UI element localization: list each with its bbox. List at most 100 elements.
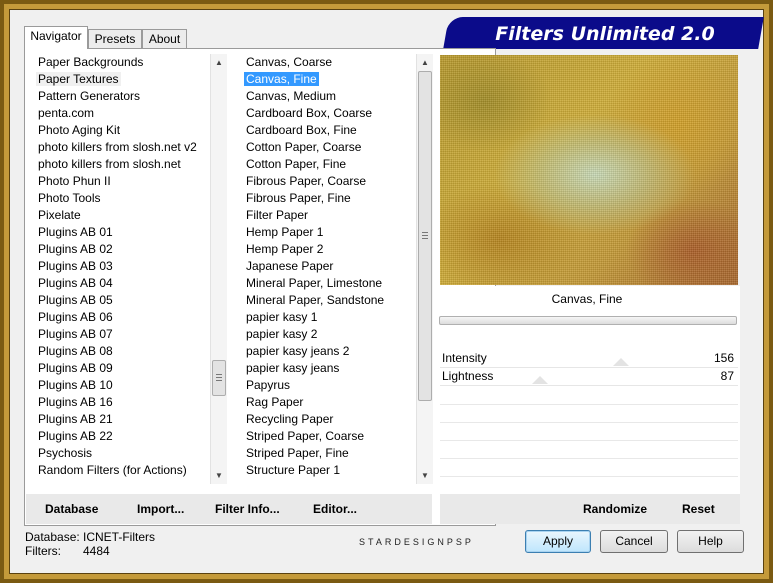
preview-caption: Canvas, Fine: [551, 292, 623, 306]
list-item[interactable]: Cardboard Box, Coarse: [242, 105, 416, 122]
list-item[interactable]: Striped Paper, Coarse: [242, 428, 416, 445]
filter-scrollbar[interactable]: ▲ ▼: [416, 54, 433, 484]
list-item[interactable]: Hemp Paper 2: [242, 241, 416, 258]
intensity-label: Intensity: [442, 351, 487, 365]
list-item[interactable]: Cotton Paper, Fine: [242, 156, 416, 173]
list-item[interactable]: penta.com: [34, 105, 210, 122]
list-item[interactable]: photo killers from slosh.net v2: [34, 139, 210, 156]
list-item[interactable]: Plugins AB 22: [34, 428, 210, 445]
list-item[interactable]: Fibrous Paper, Coarse: [242, 173, 416, 190]
list-item-label: Japanese Paper: [246, 259, 334, 273]
import-button[interactable]: Import...: [137, 494, 184, 524]
category-list[interactable]: Paper Backgrounds Paper Textures Pattern G…: [34, 54, 210, 484]
list-item[interactable]: Plugins AB 16: [34, 394, 210, 411]
list-item[interactable]: Pixelate: [34, 207, 210, 224]
apply-button[interactable]: Apply: [525, 530, 591, 553]
list-item-label: Plugins AB 02: [38, 242, 113, 256]
list-item[interactable]: Cotton Paper, Coarse: [242, 139, 416, 156]
list-item[interactable]: Rag Paper: [242, 394, 416, 411]
list-item[interactable]: Paper Textures: [34, 71, 210, 88]
list-item-label: Filter Paper: [246, 208, 309, 222]
tab-navigator[interactable]: Navigator: [24, 26, 88, 49]
list-item-label: Plugins AB 10: [38, 378, 113, 392]
database-button[interactable]: Database: [45, 494, 98, 524]
list-item[interactable]: Plugins AB 06: [34, 309, 210, 326]
list-item[interactable]: Papyrus: [242, 377, 416, 394]
list-item[interactable]: Pattern Generators: [34, 88, 210, 105]
empty-param-row: [440, 404, 738, 405]
list-item[interactable]: Photo Phun II: [34, 173, 210, 190]
lightness-thumb[interactable]: [532, 376, 548, 384]
list-item[interactable]: papier kasy 2: [242, 326, 416, 343]
list-item-label: Paper Textures: [36, 72, 121, 86]
editor-button[interactable]: Editor...: [313, 494, 357, 524]
list-item-label: Canvas, Fine: [244, 72, 319, 86]
category-scroll-thumb[interactable]: [212, 360, 226, 396]
progress-bar: [439, 316, 737, 325]
list-item[interactable]: Plugins AB 08: [34, 343, 210, 360]
filter-info-button[interactable]: Filter Info...: [215, 494, 280, 524]
list-item[interactable]: Canvas, Coarse: [242, 54, 416, 71]
filter-scroll-thumb[interactable]: [418, 71, 432, 401]
list-item[interactable]: Canvas, Medium: [242, 88, 416, 105]
list-item-label: Photo Phun II: [38, 174, 111, 188]
tab-about[interactable]: About: [142, 29, 187, 48]
list-item[interactable]: Plugins AB 05: [34, 292, 210, 309]
list-item-label: photo killers from slosh.net v2: [38, 140, 197, 154]
list-item[interactable]: papier kasy 1: [242, 309, 416, 326]
list-item[interactable]: Plugins AB 03: [34, 258, 210, 275]
list-item-label: Fibrous Paper, Fine: [246, 191, 351, 205]
list-item[interactable]: Filter Paper: [242, 207, 416, 224]
tab-presets[interactable]: Presets: [88, 29, 142, 48]
right-button-bar: Randomize Reset: [440, 494, 740, 524]
intensity-thumb[interactable]: [613, 358, 629, 366]
list-item[interactable]: Mineral Paper, Limestone: [242, 275, 416, 292]
list-item[interactable]: Mineral Paper, Sandstone: [242, 292, 416, 309]
list-item[interactable]: Paper Backgrounds: [34, 54, 210, 71]
list-item[interactable]: Plugins AB 02: [34, 241, 210, 258]
list-item-label: Plugins AB 01: [38, 225, 113, 239]
list-item[interactable]: Japanese Paper: [242, 258, 416, 275]
scroll-up-arrow-icon[interactable]: ▲: [417, 54, 433, 71]
cancel-button[interactable]: Cancel: [600, 530, 668, 553]
list-item[interactable]: Structure Paper 1: [242, 462, 416, 479]
list-item[interactable]: Striped Paper, Fine: [242, 445, 416, 462]
list-item[interactable]: Plugins AB 01: [34, 224, 210, 241]
filter-list[interactable]: Canvas, Coarse Canvas, Fine Canvas, Medium…: [242, 54, 416, 484]
list-item[interactable]: Photo Tools: [34, 190, 210, 207]
list-item[interactable]: Plugins AB 10: [34, 377, 210, 394]
list-item[interactable]: Hemp Paper 1: [242, 224, 416, 241]
reset-button[interactable]: Reset: [682, 494, 715, 524]
list-item-label: Pixelate: [38, 208, 81, 222]
list-item[interactable]: papier kasy jeans 2: [242, 343, 416, 360]
list-item[interactable]: Canvas, Fine: [242, 71, 416, 88]
list-item[interactable]: Recycling Paper: [242, 411, 416, 428]
list-item[interactable]: Plugins AB 09: [34, 360, 210, 377]
list-item-label: Pattern Generators: [38, 89, 141, 103]
help-button[interactable]: Help: [677, 530, 744, 553]
list-item[interactable]: Random Filters (for Actions): [34, 462, 210, 479]
list-item[interactable]: Plugins AB 21: [34, 411, 210, 428]
scroll-down-arrow-icon[interactable]: ▼: [211, 467, 227, 484]
list-item-label: Canvas, Coarse: [246, 55, 333, 69]
list-item-label: Structure Paper 1: [246, 463, 341, 477]
list-item[interactable]: Psychosis: [34, 445, 210, 462]
scroll-down-arrow-icon[interactable]: ▼: [417, 467, 433, 484]
category-scrollbar[interactable]: ▲ ▼: [210, 54, 227, 484]
lightness-slider[interactable]: Lightness 87: [440, 368, 738, 386]
list-item[interactable]: Plugins AB 07: [34, 326, 210, 343]
randomize-button[interactable]: Randomize: [583, 494, 647, 524]
list-item[interactable]: photo killers from slosh.net: [34, 156, 210, 173]
list-item[interactable]: Plugins AB 04: [34, 275, 210, 292]
list-item-label: Hemp Paper 1: [246, 225, 324, 239]
list-item[interactable]: Photo Aging Kit: [34, 122, 210, 139]
intensity-slider[interactable]: Intensity 156: [440, 350, 738, 368]
scroll-up-arrow-icon[interactable]: ▲: [211, 54, 227, 71]
grip-icon: [216, 374, 222, 381]
list-item[interactable]: papier kasy jeans: [242, 360, 416, 377]
list-item-label: Papyrus: [246, 378, 291, 392]
list-item[interactable]: Cardboard Box, Fine: [242, 122, 416, 139]
list-item[interactable]: Fibrous Paper, Fine: [242, 190, 416, 207]
empty-param-row: [440, 440, 738, 441]
list-item-label: papier kasy jeans: [246, 361, 340, 375]
